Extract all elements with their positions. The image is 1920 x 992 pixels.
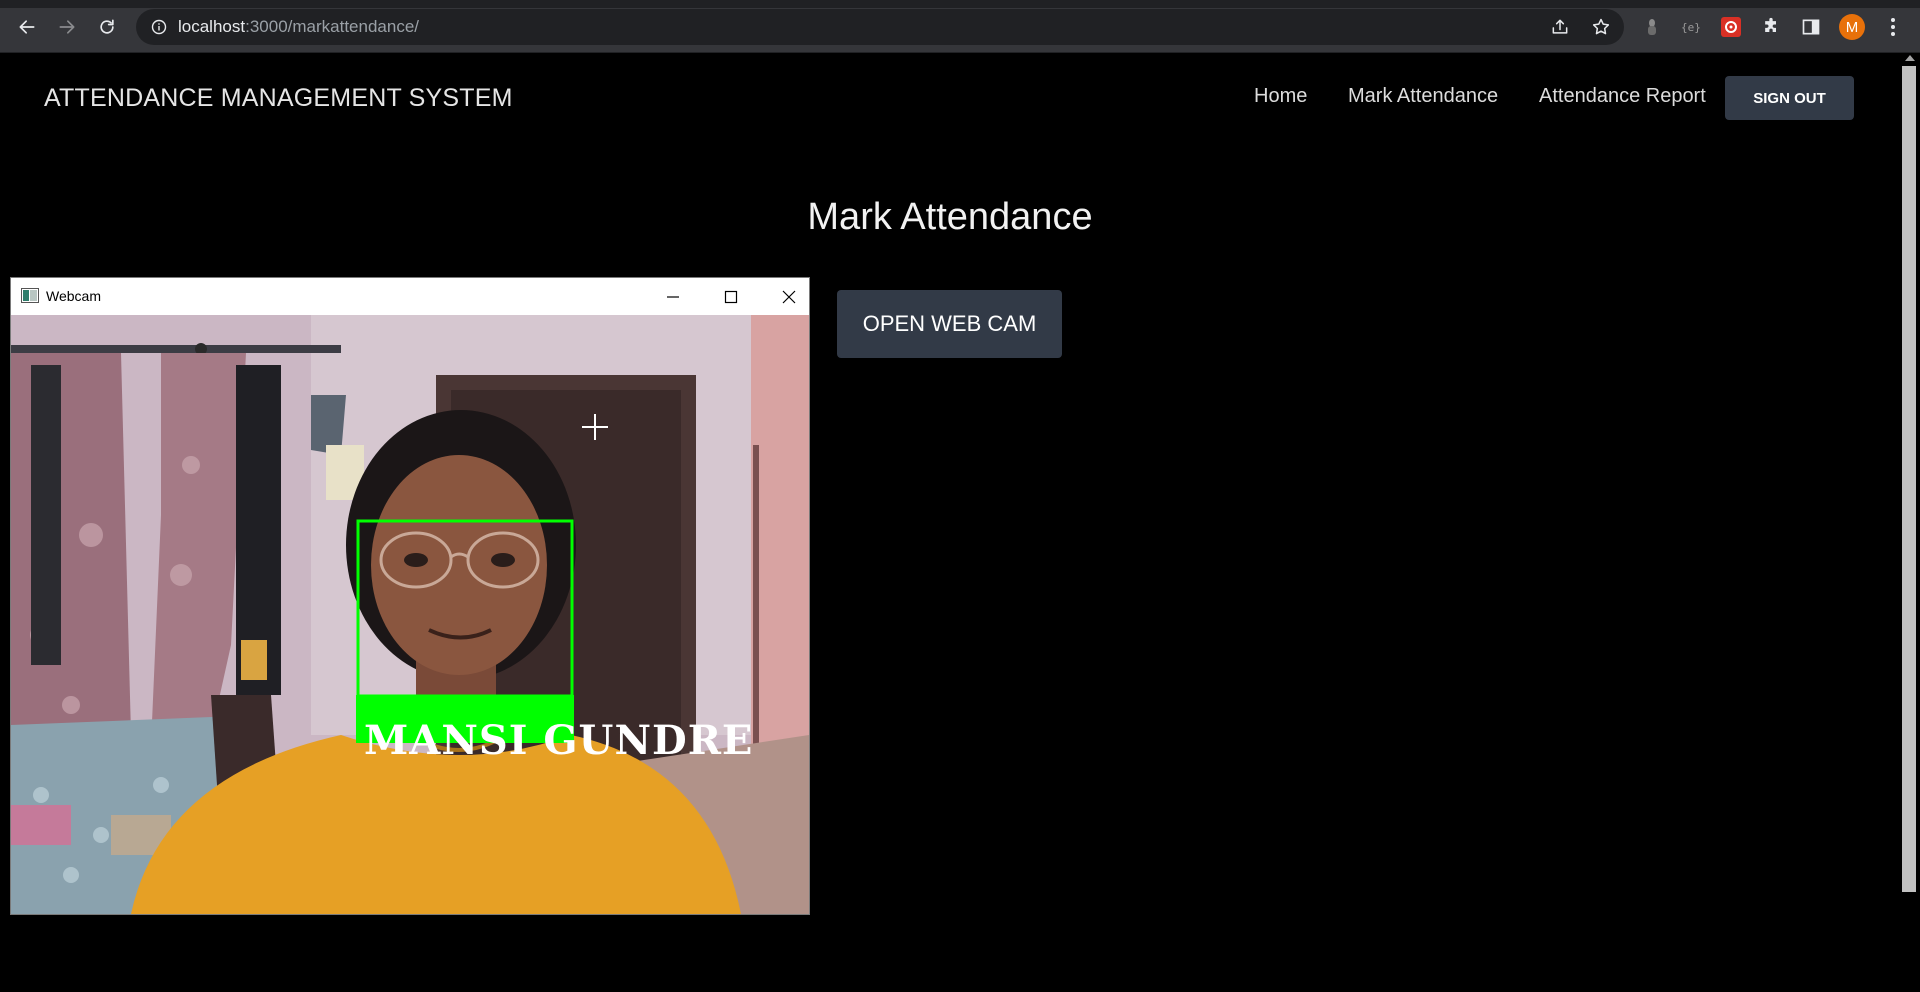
svg-text:{e}: {e} bbox=[1681, 21, 1701, 34]
scroll-up-arrow-icon[interactable] bbox=[1905, 55, 1915, 61]
url-path: :3000/markattendance/ bbox=[245, 17, 420, 36]
extensions-puzzle-icon[interactable] bbox=[1758, 14, 1784, 40]
url-host: localhost bbox=[178, 17, 246, 36]
window-close-button[interactable] bbox=[760, 278, 818, 315]
bookmark-star-icon[interactable] bbox=[1589, 15, 1613, 39]
scrollbar-thumb[interactable] bbox=[1902, 66, 1916, 892]
maximize-icon bbox=[724, 290, 738, 303]
close-icon bbox=[782, 290, 796, 303]
extension-icon-3[interactable] bbox=[1718, 14, 1744, 40]
window-titlebar[interactable]: Webcam bbox=[11, 278, 809, 315]
profile-avatar[interactable]: M bbox=[1839, 14, 1865, 40]
minimize-icon bbox=[667, 295, 679, 298]
side-panel-icon[interactable] bbox=[1798, 14, 1824, 40]
url-text[interactable]: localhost:3000/markattendance/ bbox=[178, 17, 419, 37]
window-app-icon bbox=[21, 288, 39, 303]
app-brand[interactable]: ATTENDANCE MANAGEMENT SYSTEM bbox=[44, 84, 513, 113]
nav-link-attendance-report[interactable]: Attendance Report bbox=[1539, 85, 1706, 108]
site-info-icon[interactable] bbox=[150, 18, 168, 36]
webcam-window[interactable]: Webcam MANSI GUNDRE bbox=[10, 277, 810, 915]
extension-icon-1[interactable] bbox=[1639, 14, 1665, 40]
detected-face-label: MANSI GUNDRE bbox=[364, 717, 754, 764]
nav-link-home[interactable]: Home bbox=[1254, 85, 1307, 108]
kebab-menu-icon[interactable] bbox=[1880, 14, 1906, 40]
forward-button[interactable] bbox=[52, 12, 82, 42]
arrow-left-icon bbox=[19, 20, 35, 34]
window-maximize-button[interactable] bbox=[702, 278, 760, 315]
webcam-frame-image bbox=[11, 315, 809, 914]
sign-out-button[interactable]: SIGN OUT bbox=[1725, 76, 1854, 120]
share-icon[interactable] bbox=[1548, 15, 1572, 39]
reload-button[interactable] bbox=[92, 12, 122, 42]
tab-strip bbox=[0, 0, 1920, 8]
browser-toolbar: localhost:3000/markattendance/ {e} M bbox=[0, 0, 1920, 53]
extension-icon-2[interactable]: {e} bbox=[1678, 14, 1704, 40]
webcam-feed: MANSI GUNDRE bbox=[11, 315, 809, 914]
window-title: Webcam bbox=[46, 288, 101, 304]
back-button[interactable] bbox=[12, 12, 42, 42]
address-bar[interactable]: localhost:3000/markattendance/ bbox=[136, 9, 1624, 45]
open-web-cam-button[interactable]: OPEN WEB CAM bbox=[837, 290, 1062, 358]
window-minimize-button[interactable] bbox=[644, 278, 702, 315]
page-title: Mark Attendance bbox=[807, 196, 1093, 238]
nav-link-mark-attendance[interactable]: Mark Attendance bbox=[1348, 85, 1498, 108]
arrow-right-icon bbox=[59, 20, 75, 34]
reload-icon bbox=[100, 19, 114, 34]
